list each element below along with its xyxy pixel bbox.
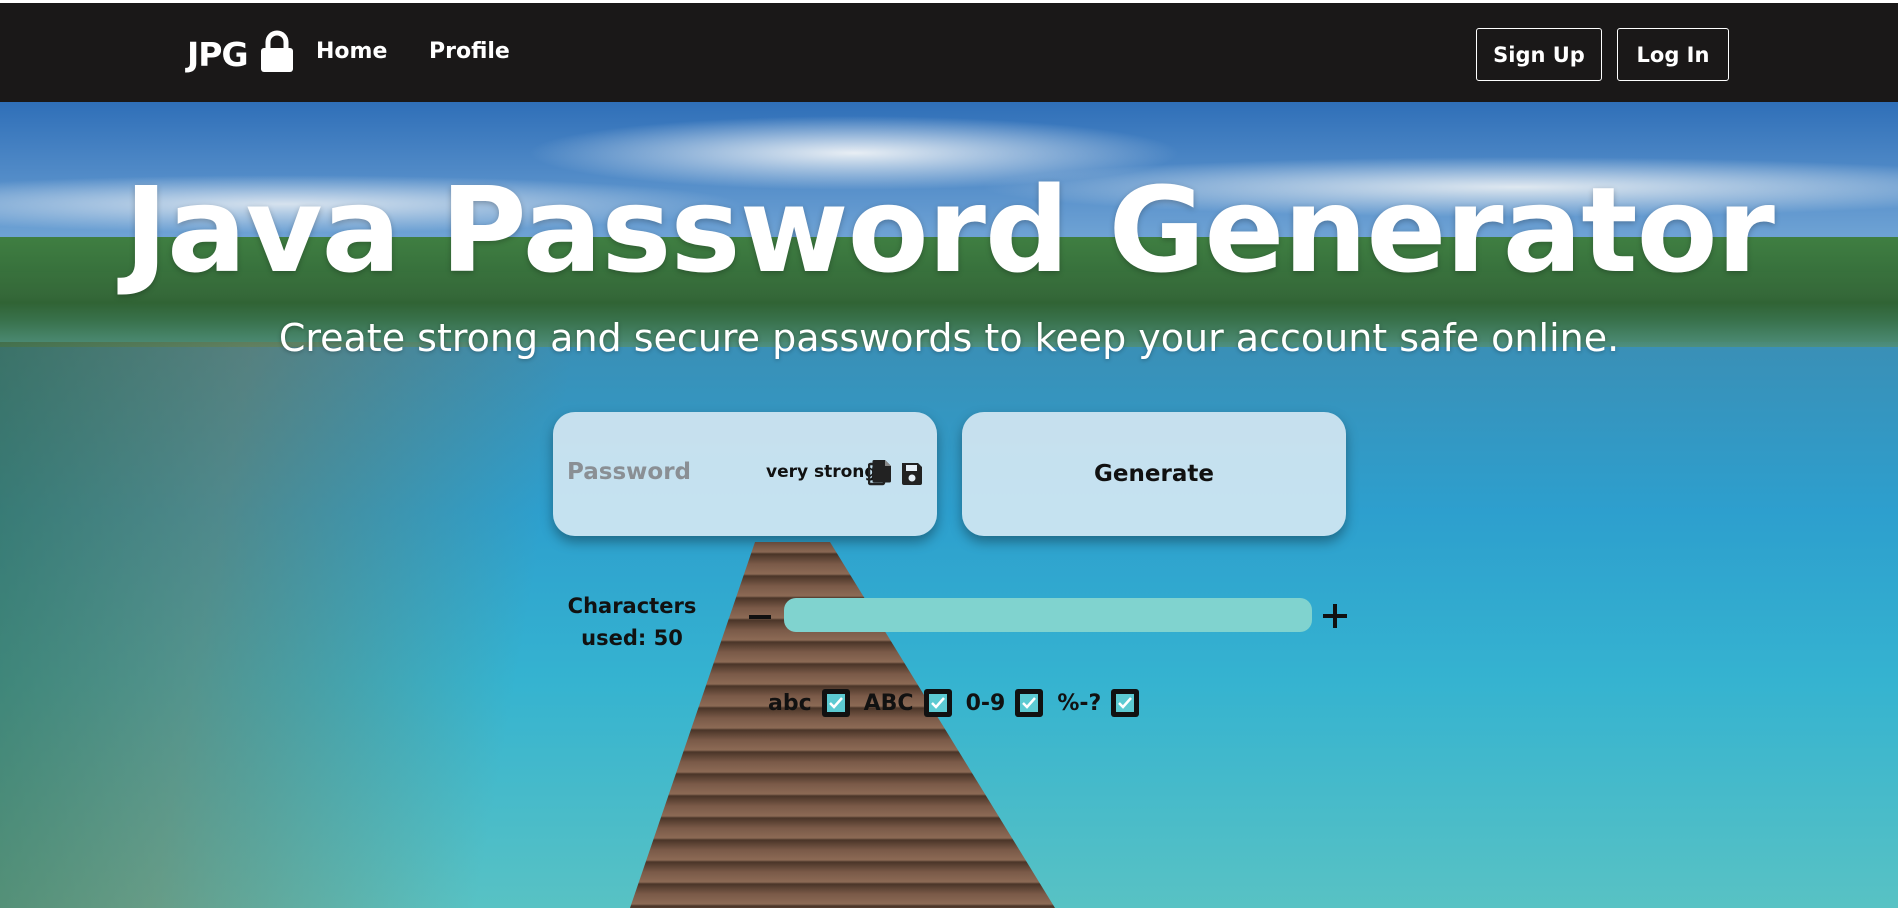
lock-icon [260,30,293,72]
option-lowercase-checkbox[interactable] [821,689,850,717]
option-symbols-checkbox[interactable] [1111,689,1140,717]
generate-label: Generate [1094,461,1214,487]
option-uppercase-label: ABC [863,690,914,716]
check-icon [928,694,947,712]
brand-name: JPG [187,34,249,74]
copy-icon[interactable] [868,459,892,487]
option-uppercase-checkbox[interactable] [923,689,952,717]
password-field[interactable]: Password very strong [553,412,937,536]
characters-slider[interactable] [784,598,1312,632]
brand-logo[interactable]: JPG [187,29,296,79]
minus-icon[interactable] [748,605,772,629]
check-icon [826,694,845,712]
option-symbols-label: %-? [1057,690,1102,716]
nav-home-link[interactable]: Home [316,39,387,64]
generate-button[interactable]: Generate [962,412,1346,536]
character-options: abc ABC 0-9 %-? [768,688,1153,718]
nav-profile-link[interactable]: Profile [429,39,510,64]
check-icon [1116,694,1135,712]
plus-icon[interactable] [1322,603,1348,629]
save-icon[interactable] [900,459,924,487]
strength-indicator: very strong [766,462,877,482]
check-icon [1020,694,1039,712]
password-placeholder: Password [567,459,691,485]
page-subtitle: Create strong and secure passwords to ke… [278,316,1620,360]
navbar: JPG Home Profile Sign Up Log In [0,0,1898,102]
sign-up-button[interactable]: Sign Up [1476,28,1602,81]
option-digits-checkbox[interactable] [1015,689,1044,717]
option-lowercase-label: abc [768,690,812,716]
log-in-button[interactable]: Log In [1617,28,1729,81]
characters-used-label: Characters used: 50 [567,594,697,650]
page-title: Java Password Generator [124,161,1775,299]
option-digits-label: 0-9 [965,690,1006,716]
